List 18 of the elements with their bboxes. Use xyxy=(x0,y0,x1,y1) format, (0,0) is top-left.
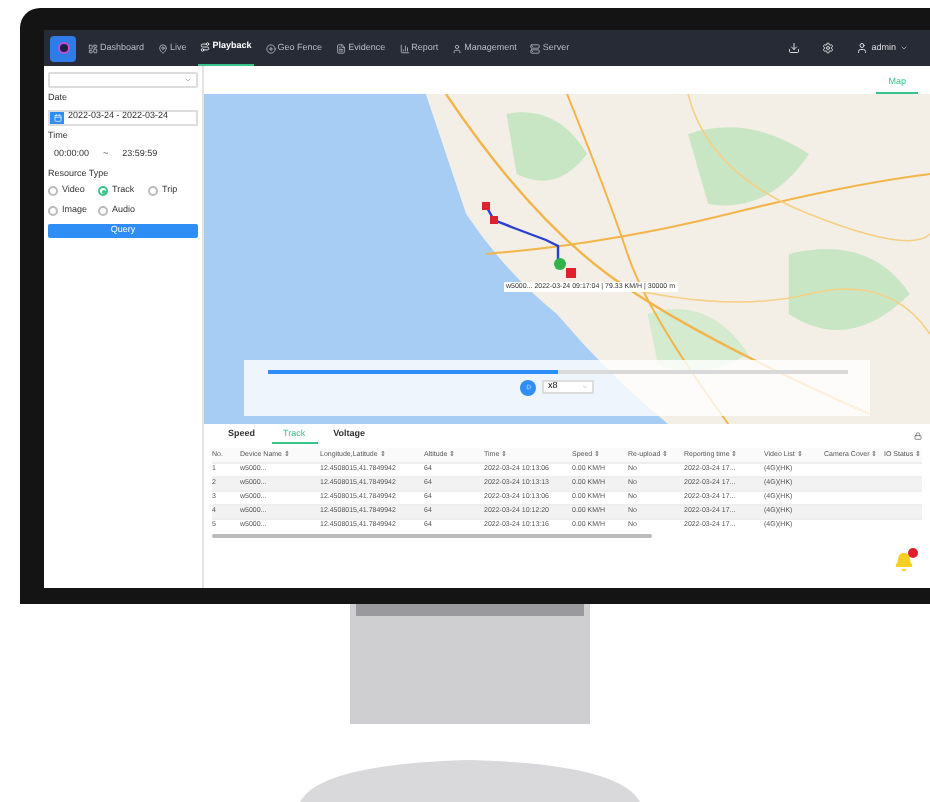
app-logo-icon xyxy=(50,35,76,61)
bar-chart-icon xyxy=(399,43,410,53)
server-icon xyxy=(530,43,541,53)
plus-circle-icon xyxy=(265,43,276,53)
play-button[interactable] xyxy=(520,379,536,395)
scrollbar[interactable] xyxy=(212,534,652,538)
calendar-icon xyxy=(50,111,64,124)
notification-bell-icon[interactable] xyxy=(894,552,914,572)
user-icon xyxy=(855,42,868,54)
map-pin-icon xyxy=(158,43,169,53)
download-icon[interactable] xyxy=(787,42,800,54)
lock-icon[interactable] xyxy=(914,432,922,440)
user-icon xyxy=(452,43,463,53)
settings-icon[interactable] xyxy=(821,42,834,54)
route-icon xyxy=(200,42,211,52)
play-icon xyxy=(525,384,531,390)
document-icon xyxy=(336,43,347,53)
dashboard-icon xyxy=(88,43,98,53)
